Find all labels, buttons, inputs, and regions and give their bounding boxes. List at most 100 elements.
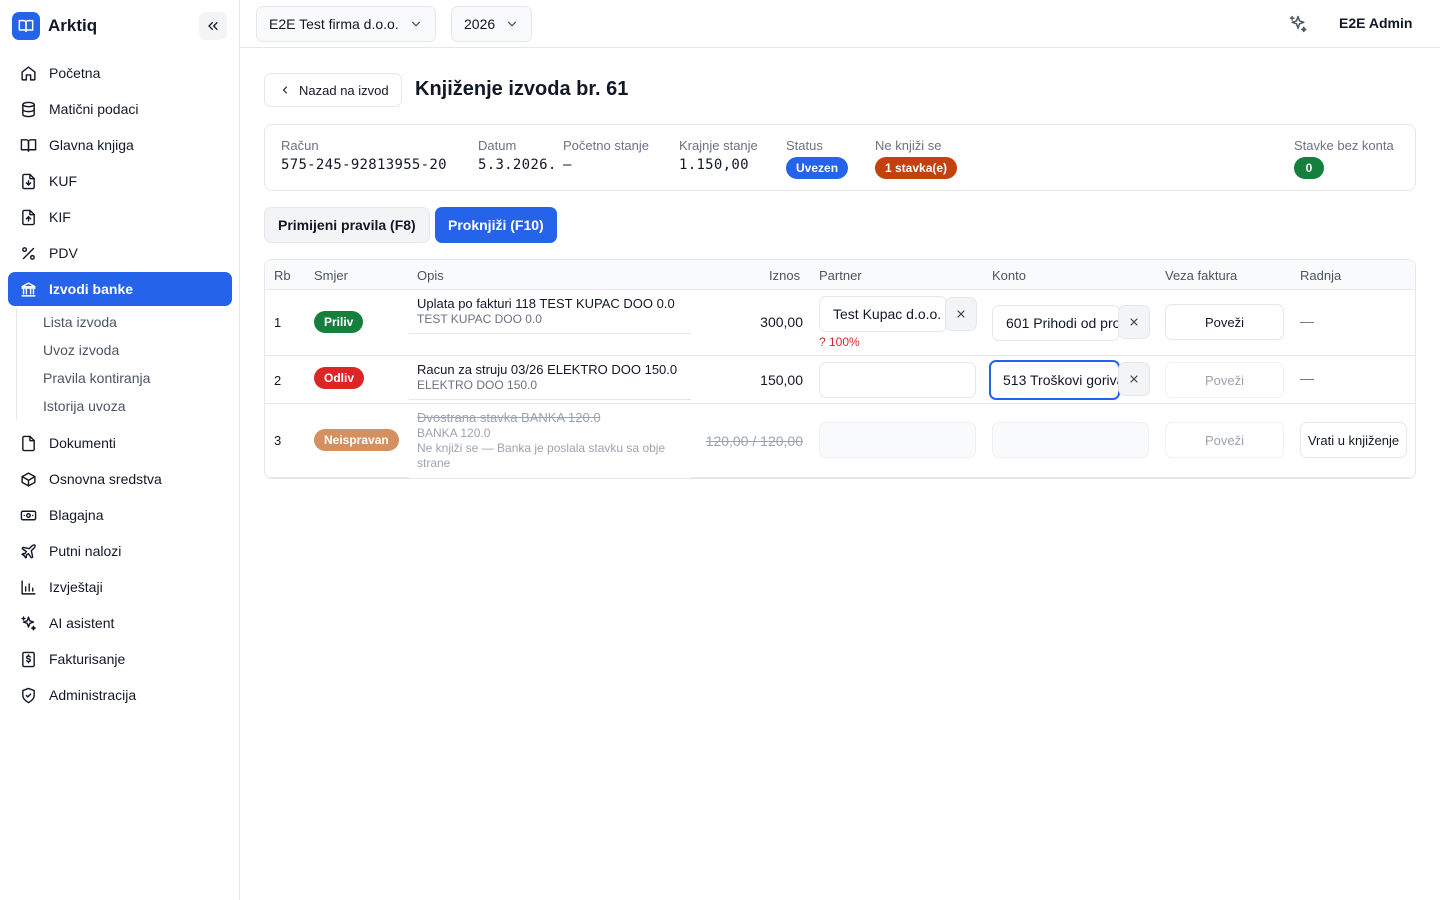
konto-input[interactable]: 601 Prihodi od prodaje (992, 305, 1120, 341)
direction-badge-odliv: Odliv (314, 367, 365, 389)
row-amount: 120,00 / 120,00 (705, 433, 803, 449)
not-posted-note: Ne knjiži se — Banka je poslala stavku s… (417, 441, 666, 470)
info-label: Račun (281, 138, 319, 153)
apply-rules-button[interactable]: Primijeni pravila (F8) (264, 207, 430, 243)
sidebar-item-osnovna-sredstva[interactable]: Osnovna sredstva (8, 462, 232, 496)
invoice-dollar-icon (22, 651, 35, 667)
sparkle-icon (1289, 15, 1307, 33)
subnav-item-istorija-uvoza[interactable]: Istorija uvoza (43, 392, 232, 420)
back-to-statement-button[interactable]: Nazad na izvod (264, 73, 402, 107)
sidebar-item-label: Osnovna sredstva (49, 471, 162, 487)
sidebar-item-fakturisanje[interactable]: Fakturisanje (8, 642, 232, 676)
sidebar-item-ai-asistent[interactable]: AI asistent (8, 606, 232, 640)
subnav-item-pravila-kontiranja[interactable]: Pravila kontiranja (43, 364, 232, 392)
info-label: Početno stanje (563, 138, 650, 153)
sidebar-item-label: Početna (49, 65, 101, 81)
clear-konto-button[interactable] (1118, 305, 1150, 339)
info-label: Stavke bez konta (1294, 138, 1394, 153)
clear-partner-button[interactable] (945, 297, 977, 331)
column-header-konto: Konto (992, 268, 1026, 283)
sidebar-item-label: Administracija (49, 687, 137, 703)
restore-to-posting-button[interactable]: Vrati u knjiženje (1300, 422, 1407, 458)
partner-match-score: ? 100% (819, 335, 860, 349)
row-amount: 150,00 (760, 372, 803, 388)
cash-icon (20, 510, 37, 520)
collapse-sidebar-button[interactable] (199, 12, 227, 40)
file-in-icon (22, 173, 35, 189)
company-select[interactable]: E2E Test firma d.o.o. (256, 6, 436, 42)
link-invoice-button-disabled[interactable]: Poveži (1165, 422, 1284, 458)
sidebar-item-glavna-knjiga[interactable]: Glavna knjiga (8, 128, 232, 162)
statement-info-card: Račun 575-245-92813955-20 Datum 5.3.2026… (264, 124, 1416, 191)
sidebar-item-pocetna[interactable]: Početna (8, 56, 232, 90)
sidebar-item-dokumenti[interactable]: Dokumenti (8, 426, 232, 460)
sidebar-item-label: AI asistent (49, 615, 115, 631)
column-header-veza-faktura: Veza faktura (1165, 268, 1238, 283)
ai-sparkle-button[interactable] (1288, 14, 1308, 34)
partner-input[interactable] (819, 362, 976, 398)
sidebar-item-izvodi-banke[interactable]: Izvodi banke (8, 272, 232, 306)
brand[interactable]: Arktiq (12, 12, 97, 40)
sidebar-item-label: Matični podaci (49, 101, 139, 117)
sidebar-item-kif[interactable]: KIF (8, 200, 232, 234)
table-header: Rb Smjer Opis Iznos Partner Konto Veza f… (265, 260, 1415, 290)
year-select[interactable]: 2026 (451, 6, 533, 42)
row-action-none: — (1300, 370, 1314, 386)
table-row[interactable]: 2 Odliv Racun za struju 03/26 ELEKTRO DO… (265, 356, 1415, 404)
status-badge: Uvezen (786, 157, 849, 179)
shield-icon (22, 687, 35, 703)
info-pocetno-stanje: Početno stanje — (563, 138, 649, 173)
partner-input-disabled (819, 422, 976, 458)
sidebar-item-label: PDV (49, 245, 78, 261)
description-sub: TEST KUPAC DOO 0.0 (417, 312, 542, 326)
info-status: Status Uvezen (786, 138, 849, 179)
sidebar-nav: Početna Matični podaci Glavna knjiga KUF… (8, 56, 232, 714)
info-ne-knjizi-se: Ne knjiži se 1 stavka(e) (875, 138, 958, 179)
sidebar-item-label: Glavna knjiga (49, 137, 134, 153)
close-icon (1130, 318, 1138, 326)
link-invoice-button-disabled[interactable]: Poveži (1165, 362, 1284, 398)
sidebar-item-blagajna[interactable]: Blagajna (8, 498, 232, 532)
izvodi-submenu: Lista izvoda Uvoz izvoda Pravila kontira… (16, 308, 232, 420)
description-main: Dvostrana stavka BANKA 120.0 (417, 410, 601, 425)
subnav-item-lista-izvoda[interactable]: Lista izvoda (43, 308, 232, 336)
database-icon (22, 101, 35, 117)
sidebar-item-izvjestaji[interactable]: Izvještaji (8, 570, 232, 604)
sidebar-item-putni-nalozi[interactable]: Putni nalozi (8, 534, 232, 568)
bar-chart-icon (21, 579, 36, 595)
sidebar-item-pdv[interactable]: PDV (8, 236, 232, 270)
column-header-iznos: Iznos (769, 268, 801, 283)
link-invoice-button[interactable]: Poveži (1165, 304, 1284, 340)
user-menu[interactable]: E2E Admin (1339, 15, 1412, 31)
clear-konto-button[interactable] (1118, 362, 1150, 396)
konto-input-focused[interactable]: 513 Troškovi goriva i energije (989, 360, 1120, 400)
box-icon (21, 471, 36, 487)
partner-input[interactable]: Test Kupac d.o.o. (819, 296, 947, 332)
info-label: Datum (478, 138, 517, 153)
book-open-icon (20, 138, 37, 152)
description-main: Uplata po fakturi 118 TEST KUPAC DOO 0.0 (417, 296, 675, 311)
sidebar-item-administracija[interactable]: Administracija (8, 678, 232, 712)
plane-icon (21, 543, 36, 559)
info-label: Status (786, 138, 823, 153)
post-button[interactable]: Proknjiži (F10) (435, 207, 557, 243)
row-description: Racun za struju 03/26 ELEKTRO DOO 150.0 … (409, 356, 691, 399)
table-row[interactable]: 3 Neispravan Dvostrana stavka BANKA 120.… (265, 404, 1415, 478)
row-amount: 300,00 (760, 314, 803, 330)
table-row[interactable]: 1 Priliv Uplata po fakturi 118 TEST KUPA… (265, 290, 1415, 356)
column-header-smjer: Smjer (314, 268, 348, 283)
description-sub: ELEKTRO DOO 150.0 (417, 378, 538, 392)
back-button-label: Nazad na izvod (299, 82, 389, 98)
info-stavke-bez-konta: Stavke bez konta 0 (1294, 138, 1394, 179)
closing-balance: 1.150,00 (679, 157, 749, 173)
sidebar-item-kuf[interactable]: KUF (8, 164, 232, 198)
direction-badge-neispravan: Neispravan (314, 429, 399, 451)
sidebar-item-maticni-podaci[interactable]: Matični podaci (8, 92, 232, 126)
sidebar-item-label: Dokumenti (49, 435, 116, 451)
row-action-none: — (1300, 313, 1314, 329)
chevron-left-icon (282, 86, 288, 94)
company-select-value: E2E Test firma d.o.o. (269, 16, 399, 32)
column-header-radnja: Radnja (1300, 268, 1342, 283)
percent-icon (22, 246, 35, 260)
subnav-item-uvoz-izvoda[interactable]: Uvoz izvoda (43, 336, 232, 364)
